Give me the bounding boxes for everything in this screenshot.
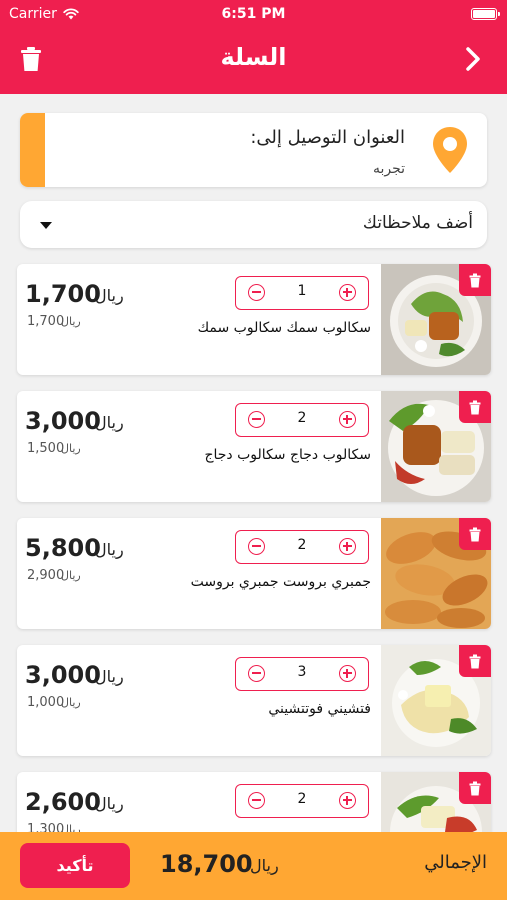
confirm-button[interactable]: تأكيد: [20, 843, 130, 888]
grand-total: 18,700: [160, 850, 253, 878]
increase-quantity-button[interactable]: [339, 792, 356, 809]
chevron-right-icon[interactable]: [463, 46, 483, 72]
item-total: 1,700: [25, 280, 101, 308]
delete-item-button[interactable]: [459, 391, 491, 423]
quantity-stepper: 2: [235, 403, 369, 437]
trash-icon: [469, 527, 481, 541]
notes-dropdown[interactable]: أضف ملاحظاتك: [20, 201, 487, 248]
total-label: الإجمالي: [424, 852, 487, 873]
item-total-currency: ريال: [95, 794, 124, 813]
checkout-bar: تأكيد 18,700 ريال الإجمالي: [0, 832, 507, 900]
battery-icon: [471, 8, 500, 20]
cart-item: 1 سكالوب سمك سكالوب سمك 1,700 ريال 1,700…: [17, 264, 491, 375]
cart-item: 2 جمبري بروست جمبري بروست 5,800 ريال 2,9…: [17, 518, 491, 629]
item-unit-currency: ريال: [61, 569, 81, 582]
address-label: العنوان التوصيل إلى:: [250, 127, 405, 148]
item-name: جمبري بروست جمبري بروست: [190, 574, 371, 590]
quantity-stepper: 2: [235, 784, 369, 818]
cart-item: 2 سكالوب دجاج سكالوب دجاج 3,000 ريال 1,5…: [17, 391, 491, 502]
item-name: سكالوب دجاج سكالوب دجاج: [204, 447, 371, 463]
item-total-currency: ريال: [95, 667, 124, 686]
item-unit-currency: ريال: [61, 442, 81, 455]
item-total-currency: ريال: [95, 286, 124, 305]
item-name: سكالوب سمك سكالوب سمك: [197, 320, 371, 336]
notes-placeholder: أضف ملاحظاتك: [362, 213, 473, 233]
cart-item: 3 فتشيني فوتتشيني 3,000 ريال 1,000 ريال: [17, 645, 491, 756]
trash-icon: [469, 400, 481, 414]
item-total-currency: ريال: [95, 540, 124, 559]
item-name: فتشيني فوتتشيني: [268, 701, 371, 717]
item-total: 2,600: [25, 788, 101, 816]
item-total-currency: ريال: [95, 413, 124, 432]
item-total: 3,000: [25, 661, 101, 689]
increase-quantity-button[interactable]: [339, 411, 356, 428]
trash-icon: [469, 273, 481, 287]
increase-quantity-button[interactable]: [339, 665, 356, 682]
grand-total-currency: ريال: [250, 856, 279, 875]
delete-item-button[interactable]: [459, 518, 491, 550]
address-accent-stripe: [20, 113, 45, 187]
status-time: 6:51 PM: [221, 6, 286, 22]
item-unit-price: 1,700: [27, 314, 65, 329]
increase-quantity-button[interactable]: [339, 538, 356, 555]
delete-item-button[interactable]: [459, 645, 491, 677]
page-title: السلة: [220, 43, 287, 71]
trash-icon: [469, 654, 481, 668]
increase-quantity-button[interactable]: [339, 284, 356, 301]
location-pin-icon: [433, 127, 467, 173]
app-header: Carrier 6:51 PM السلة: [0, 0, 507, 94]
dropdown-caret-icon: [40, 222, 52, 229]
status-bar: Carrier 6:51 PM: [0, 0, 507, 28]
item-total: 5,800: [25, 534, 101, 562]
item-unit-currency: ريال: [61, 696, 81, 709]
address-value: تجربه: [372, 161, 405, 177]
trash-icon: [469, 781, 481, 795]
quantity-stepper: 2: [235, 530, 369, 564]
item-unit-currency: ريال: [61, 315, 81, 328]
quantity-stepper: 1: [235, 276, 369, 310]
item-unit-price: 1,500: [27, 441, 65, 456]
item-unit-price: 2,900: [27, 568, 65, 583]
item-total: 3,000: [25, 407, 101, 435]
delete-item-button[interactable]: [459, 264, 491, 296]
delivery-address-card[interactable]: العنوان التوصيل إلى: تجربه: [20, 113, 487, 187]
item-unit-price: 1,000: [27, 695, 65, 710]
delete-item-button[interactable]: [459, 772, 491, 804]
quantity-stepper: 3: [235, 657, 369, 691]
